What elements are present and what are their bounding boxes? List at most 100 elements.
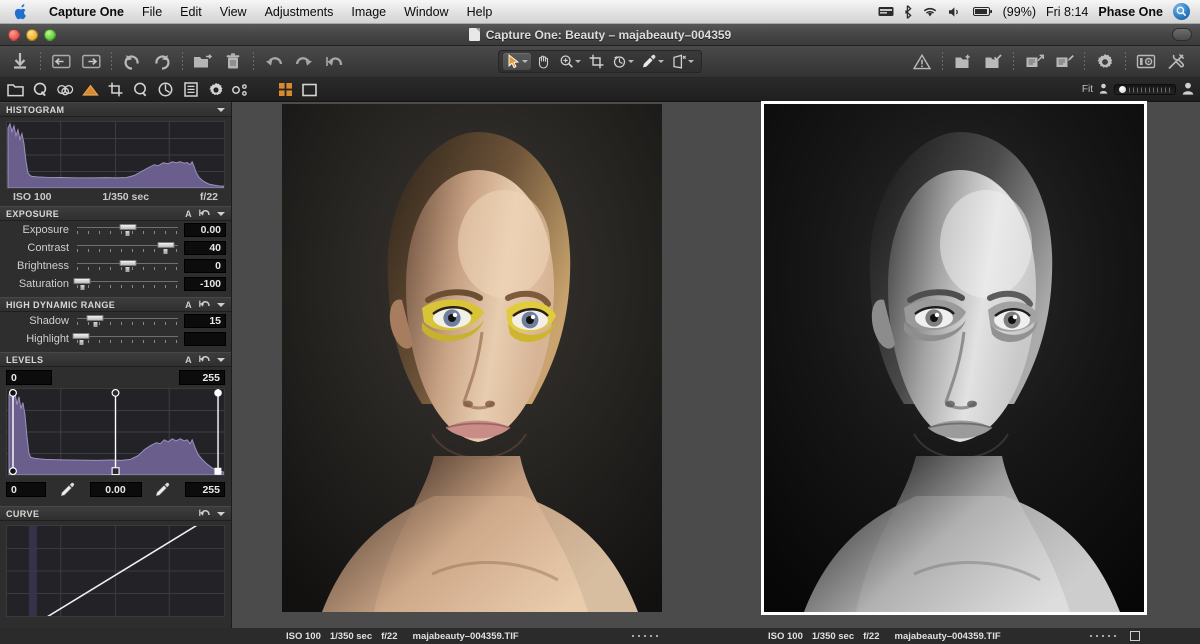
tab-adjustments[interactable] xyxy=(207,81,224,98)
curve-graph[interactable] xyxy=(6,525,225,617)
shadow-slider[interactable] xyxy=(77,314,178,328)
pointer-select-tool[interactable] xyxy=(503,53,531,70)
user-menu-label[interactable]: Phase One xyxy=(1098,5,1163,19)
tab-library[interactable] xyxy=(7,81,24,98)
menu-view[interactable]: View xyxy=(211,0,256,24)
reset-arrow-icon[interactable] xyxy=(199,508,210,520)
shadow-value[interactable]: 15 xyxy=(184,314,226,328)
histogram-panel-header[interactable]: HISTOGRAM xyxy=(0,102,231,117)
zoom-fit-label[interactable]: Fit xyxy=(1082,84,1093,95)
levels-auto-button[interactable]: A xyxy=(185,355,192,365)
battery-icon[interactable] xyxy=(973,6,993,17)
chevron-down-icon[interactable] xyxy=(217,108,225,112)
chevron-down-icon[interactable] xyxy=(217,358,225,362)
wifi-icon[interactable] xyxy=(922,6,938,18)
chevron-down-icon[interactable] xyxy=(522,60,528,63)
chevron-down-icon[interactable] xyxy=(217,212,225,216)
grid-view-toggle[interactable] xyxy=(277,81,294,98)
redo-icon[interactable] xyxy=(294,52,314,72)
chevron-down-icon[interactable] xyxy=(658,60,664,63)
contrast-slider[interactable] xyxy=(77,241,178,255)
apple-logo-icon[interactable] xyxy=(14,4,28,20)
keystone-tool[interactable] xyxy=(669,53,697,70)
saturation-value[interactable]: -100 xyxy=(184,277,226,291)
levels-output-white[interactable]: 255 xyxy=(185,482,225,497)
menu-edit[interactable]: Edit xyxy=(171,0,211,24)
hdr-panel-header[interactable]: HIGH DYNAMIC RANGE A xyxy=(0,297,231,312)
bluetooth-icon[interactable] xyxy=(904,5,912,19)
image-thumb-bw[interactable] xyxy=(764,104,1144,612)
import-images-icon[interactable] xyxy=(10,52,30,72)
rating-stars[interactable] xyxy=(1090,635,1116,637)
display-icon[interactable] xyxy=(878,6,894,18)
customize-tools-icon[interactable] xyxy=(1166,52,1186,72)
tab-composition[interactable] xyxy=(107,81,124,98)
clock-label[interactable]: Fri 8:14 xyxy=(1046,5,1088,19)
batch-queue-icon[interactable] xyxy=(1054,52,1074,72)
chevron-down-icon[interactable] xyxy=(628,60,634,63)
spotlight-search-icon[interactable] xyxy=(1173,3,1190,20)
levels-input-white[interactable]: 255 xyxy=(179,370,225,385)
exposure-auto-button[interactable]: A xyxy=(185,209,192,219)
tab-batch[interactable] xyxy=(232,81,249,98)
exposure-value[interactable]: 0.00 xyxy=(184,223,226,237)
tab-lens[interactable] xyxy=(157,81,174,98)
chevron-down-icon[interactable] xyxy=(217,512,225,516)
levels-graph[interactable] xyxy=(6,388,225,476)
white-point-eyedropper-icon[interactable] xyxy=(154,481,172,497)
hdr-auto-button[interactable]: A xyxy=(185,300,192,310)
menu-adjustments[interactable]: Adjustments xyxy=(256,0,343,24)
contrast-value[interactable]: 40 xyxy=(184,241,226,255)
next-image-icon[interactable] xyxy=(81,52,101,72)
rating-stars[interactable] xyxy=(632,635,658,637)
zoom-magnifier-tool[interactable] xyxy=(556,53,584,70)
levels-input-black[interactable]: 0 xyxy=(6,370,52,385)
menu-help[interactable]: Help xyxy=(458,0,502,24)
viewer-cell-bw[interactable]: ISO 100 1/350 sec f/22 majabeauty–004359… xyxy=(764,104,1144,628)
menu-window[interactable]: Window xyxy=(395,0,457,24)
camera-tethering-icon[interactable] xyxy=(1136,52,1156,72)
new-capture-folder-icon[interactable] xyxy=(953,52,973,72)
reset-arrow-icon[interactable] xyxy=(199,299,210,311)
levels-panel-header[interactable]: LEVELS A xyxy=(0,352,231,367)
undo-icon[interactable] xyxy=(264,52,284,72)
menu-file[interactable]: File xyxy=(133,0,171,24)
white-balance-picker-tool[interactable] xyxy=(639,53,667,70)
menu-capture-one[interactable]: Capture One xyxy=(40,0,133,24)
delete-trash-icon[interactable] xyxy=(223,52,243,72)
chevron-down-icon[interactable] xyxy=(217,303,225,307)
reset-arrow-icon[interactable] xyxy=(199,208,210,220)
exposure-panel-header[interactable]: EXPOSURE A xyxy=(0,206,231,221)
brightness-value[interactable]: 0 xyxy=(184,259,226,273)
menu-image[interactable]: Image xyxy=(342,0,395,24)
exposure-slider[interactable] xyxy=(77,223,178,237)
slider-knob[interactable] xyxy=(1119,86,1126,93)
variant-badge-icon[interactable] xyxy=(1130,631,1140,641)
crop-tool[interactable] xyxy=(586,53,607,70)
viewer-cell-color[interactable]: ISO 100 1/350 sec f/22 majabeauty–004359… xyxy=(282,104,662,628)
rotate-tool[interactable] xyxy=(609,53,637,70)
rotate-right-icon[interactable] xyxy=(152,52,172,72)
highlight-slider[interactable] xyxy=(77,332,178,346)
chevron-down-icon[interactable] xyxy=(575,60,581,63)
tab-exposure[interactable] xyxy=(82,81,99,98)
histogram-graph[interactable] xyxy=(6,121,225,189)
warning-alert-icon[interactable] xyxy=(912,52,932,72)
capture-check-icon[interactable] xyxy=(983,52,1003,72)
curve-panel-header[interactable]: CURVE xyxy=(0,506,231,521)
rotate-left-icon[interactable] xyxy=(122,52,142,72)
toolbar-toggle-button[interactable] xyxy=(1172,28,1192,41)
volume-icon[interactable] xyxy=(948,6,963,18)
highlight-value[interactable] xyxy=(184,332,226,346)
black-point-eyedropper-icon[interactable] xyxy=(59,481,77,497)
image-thumb-color[interactable] xyxy=(282,104,662,612)
levels-gamma[interactable]: 0.00 xyxy=(90,482,142,497)
large-thumbnail-icon[interactable] xyxy=(1182,82,1194,98)
thumbnail-size-slider[interactable] xyxy=(1114,84,1176,95)
new-album-icon[interactable] xyxy=(193,52,213,72)
brightness-slider[interactable] xyxy=(77,259,178,273)
small-thumbnail-icon[interactable] xyxy=(1099,83,1108,97)
levels-output-black[interactable]: 0 xyxy=(6,482,46,497)
reset-arrow-icon[interactable] xyxy=(199,354,210,366)
tab-metadata[interactable] xyxy=(182,81,199,98)
